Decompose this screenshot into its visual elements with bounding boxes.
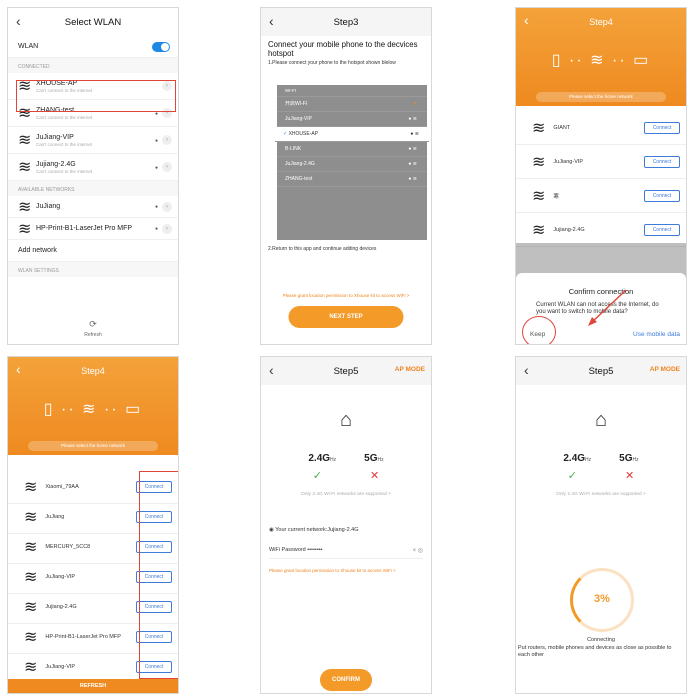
back-icon[interactable]: ‹: [524, 362, 529, 378]
section-available: AVAILABLE NETWORKS: [8, 181, 178, 196]
hint-text: Please select the home network: [28, 441, 158, 451]
support-note[interactable]: Only 2.4G Wi-Fi networks are supported >: [516, 492, 686, 497]
list-item: B-LINK ● ≋: [277, 142, 427, 157]
wifi-icon: ≋: [24, 628, 38, 646]
band-labels: 2.4GHz 5GHz: [563, 453, 639, 464]
wifi-icon: ≋: [18, 159, 32, 176]
wifi-icon: ≋: [24, 538, 38, 556]
wifi-icon: ≋: [24, 658, 38, 676]
progress-percent: 3%: [594, 593, 610, 605]
wlan-toggle[interactable]: [152, 42, 170, 52]
phone-step4-list: ‹ Step4 ▯ ·· ≋ ·· ▭ Please select the ho…: [7, 356, 179, 694]
confirm-button[interactable]: CONFIRM: [320, 669, 372, 691]
network-item[interactable]: ≋ Jujiang-2.4G Can't connect to the inter…: [8, 154, 178, 181]
page-title: Step4: [81, 366, 105, 376]
progress-ring: 3%: [570, 568, 634, 632]
wifi-icon: ≋: [24, 478, 38, 496]
phone-step5-password: ‹ Step5 AP MODE ⌂ 2.4GHz 5GHz ✓ ✕ Only 2…: [260, 356, 432, 694]
cross-icon: ✕: [370, 470, 380, 482]
router-icon: ⌂: [339, 409, 353, 431]
list-item-selected: ✓ XHOUSE-AP ● ≋: [275, 127, 429, 142]
permission-link[interactable]: Please grant location permission to Xhou…: [261, 293, 431, 298]
ap-mode-link[interactable]: AP MODE: [395, 366, 425, 373]
band-status: ✓ ✕: [516, 469, 686, 482]
network-item[interactable]: ≋ HP-Print-B1-LaserJet Pro MFP ● ›: [8, 218, 178, 240]
cross-icon: ✕: [625, 470, 635, 482]
next-step-button[interactable]: NEXT STEP: [288, 306, 404, 328]
wifi-icon: ≋: [18, 220, 32, 238]
back-icon[interactable]: ‹: [269, 13, 274, 29]
add-network-row[interactable]: Add network: [8, 240, 178, 262]
band-status: ✓ ✕: [261, 469, 431, 482]
wifi-icon: ≋: [24, 568, 38, 586]
back-icon[interactable]: ‹: [16, 13, 21, 29]
wifi-password-field[interactable]: WiFi Password •••••••• × ◎: [269, 547, 423, 559]
check-icon: ✓: [312, 470, 322, 482]
list-item: ZHANG-test ● ≋: [277, 172, 427, 187]
section-connected: CONNECTED: [8, 58, 178, 73]
wifi-icon: ≋: [18, 132, 32, 149]
wifi-icon: ≋: [18, 198, 32, 216]
wlan-toggle-row[interactable]: WLAN: [8, 36, 178, 58]
topbar: ‹ Select WLAN: [8, 8, 178, 36]
support-note[interactable]: Only 2.4G Wi-Fi networks are supported >: [261, 492, 431, 497]
instruction-1: 1.Please connect your phone to the hotsp…: [268, 59, 396, 66]
clear-eye-icon[interactable]: × ◎: [413, 547, 423, 554]
wlan-label: WLAN: [18, 43, 39, 50]
back-icon[interactable]: ‹: [269, 362, 274, 378]
connecting-tip: Put routers, mobile phones and devices a…: [518, 645, 672, 659]
chevron-right-icon[interactable]: ›: [162, 162, 172, 172]
list-item: JuJiang-2.4G ● ≋: [277, 157, 427, 172]
check-icon: ✓: [567, 470, 577, 482]
list-item: 开启WI-FI ●: [277, 97, 427, 112]
topbar: ‹ Step3: [261, 8, 431, 36]
router-icon: ⌂: [594, 409, 608, 431]
highlight-box: [16, 80, 176, 112]
chevron-right-icon[interactable]: ›: [162, 135, 172, 145]
lock-icon: ●: [154, 204, 158, 210]
band-labels: 2.4GHz 5GHz: [308, 453, 384, 464]
lock-icon: ●: [154, 226, 158, 232]
chevron-right-icon[interactable]: ›: [162, 202, 172, 212]
section-settings: WLAN SETTINGS: [8, 262, 178, 277]
lock-icon: ●: [154, 165, 158, 171]
permission-link[interactable]: Please grant location permission to Xhou…: [269, 568, 431, 573]
phone-step3: ‹ Step3 Connect your mobile phone to the…: [260, 7, 432, 345]
connecting-label: Connecting: [587, 637, 615, 643]
chevron-right-icon[interactable]: ›: [162, 224, 172, 234]
phone-step5-connecting: ‹ Step5 AP MODE ⌂ 2.4GHz 5GHz ✓ ✕ Only 2…: [515, 356, 687, 694]
instruction-2: 2.Return to this app and continue adding…: [268, 246, 377, 252]
list-item: JuJiang-VIP ● ≋: [277, 112, 427, 127]
ap-mode-link[interactable]: AP MODE: [650, 366, 680, 373]
hotspot-screenshot: WI-FI 开启WI-FI ● JuJiang-VIP ● ≋ ✓ XHOUSE-A…: [275, 85, 429, 240]
red-arrow-icon: [588, 289, 627, 326]
refresh-icon: ⟳: [89, 319, 97, 329]
step-heading: Connect your mobile phone to the decvice…: [268, 40, 418, 59]
phone-select-wlan: ‹ Select WLAN WLAN CONNECTED ≋ XHOUSE-AP…: [7, 7, 179, 345]
highlight-box: [139, 471, 178, 679]
page-title: Step3: [333, 16, 359, 28]
wifi-icon: ≋: [24, 508, 38, 526]
current-network: ◉ Your current network:Jujiang-2.4G: [269, 527, 359, 533]
lock-icon: ●: [154, 138, 158, 144]
topbar: ‹ Step5 AP MODE: [516, 357, 686, 385]
phone-step4-dialog: ‹ Step4 ▯ ·· ≋ ·· ▭ Please select the ho…: [515, 7, 687, 345]
orange-header: ‹ Step4 ▯ ·· ≋ ·· ▭ Please select the ho…: [8, 357, 178, 455]
wifi-icon: ≋: [24, 598, 38, 616]
network-item[interactable]: ≋ JuJiang-VIP Can't connect to the intern…: [8, 127, 178, 154]
device-wifi-router-icon: ▯ ·· ≋ ·· ▭: [43, 401, 143, 418]
refresh-button[interactable]: ⟳ Refresh: [8, 319, 178, 338]
page-title: Select WLAN: [64, 16, 122, 28]
network-item[interactable]: ≋ JuJiang ● ›: [8, 196, 178, 218]
topbar: ‹ Step5 AP MODE: [261, 357, 431, 385]
refresh-button[interactable]: REFRESH: [8, 679, 178, 693]
